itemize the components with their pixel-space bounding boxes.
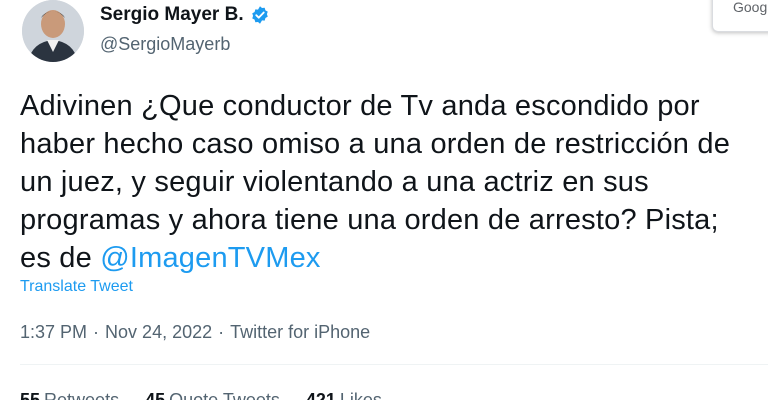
- meta-separator: ·: [218, 322, 225, 342]
- retweets-stat[interactable]: 55 Retweets: [20, 390, 119, 400]
- tweet-time[interactable]: 1:37 PM: [20, 322, 87, 343]
- author-handle[interactable]: @SergioMayerb: [100, 34, 230, 55]
- quote-tweets-label: Quote Tweets: [169, 390, 280, 400]
- mention-link[interactable]: @ImagenTVMex: [100, 242, 320, 274]
- likes-label: Likes: [339, 390, 382, 400]
- likes-count: 421: [305, 390, 336, 400]
- tweet-line-last: es de @ImagenTVMex: [20, 239, 768, 277]
- retweets-count: 55: [20, 390, 41, 400]
- tweet-date[interactable]: Nov 24, 2022: [105, 322, 212, 343]
- verified-badge-icon: [251, 6, 268, 24]
- translate-tweet-link[interactable]: Translate Tweet: [20, 278, 133, 296]
- author-display-name[interactable]: Sergio Mayer B.: [100, 4, 244, 26]
- tweet-source[interactable]: Twitter for iPhone: [230, 322, 370, 343]
- avatar[interactable]: [22, 0, 84, 62]
- tweet-line-prefix: es de: [20, 242, 101, 274]
- tweet-line: haber hecho caso omiso a una orden de re…: [20, 128, 731, 160]
- tweet-line: Adivinen ¿Que conductor de Tv anda escon…: [20, 90, 700, 122]
- tweet-meta: 1:37 PM · Nov 24, 2022 · Twitter for iPh…: [20, 322, 370, 343]
- google-popup[interactable]: Goog: [712, 0, 768, 32]
- tweet-line: un juez, y seguir violentando a una actr…: [20, 166, 649, 198]
- tweet-line: programas y ahora tiene una orden de arr…: [20, 204, 719, 236]
- meta-separator: ·: [93, 322, 100, 342]
- quote-tweets-stat[interactable]: 45 Quote Tweets: [145, 390, 280, 400]
- likes-stat[interactable]: 421 Likes: [306, 390, 382, 400]
- divider: [20, 364, 768, 365]
- tweet-page: Sergio Mayer B. @SergioMayerb Goog Adivi…: [0, 0, 768, 400]
- quote-tweets-count: 45: [145, 390, 166, 400]
- tweet-text: Adivinen ¿Que conductor de Tv anda escon…: [20, 87, 768, 277]
- google-popup-label: Goog: [733, 0, 768, 15]
- author-name-row: Sergio Mayer B.: [100, 4, 270, 26]
- profile-photo-icon: [22, 0, 84, 62]
- retweets-label: Retweets: [44, 390, 120, 400]
- tweet-stats: 55 Retweets 45 Quote Tweets 421 Likes: [20, 390, 382, 400]
